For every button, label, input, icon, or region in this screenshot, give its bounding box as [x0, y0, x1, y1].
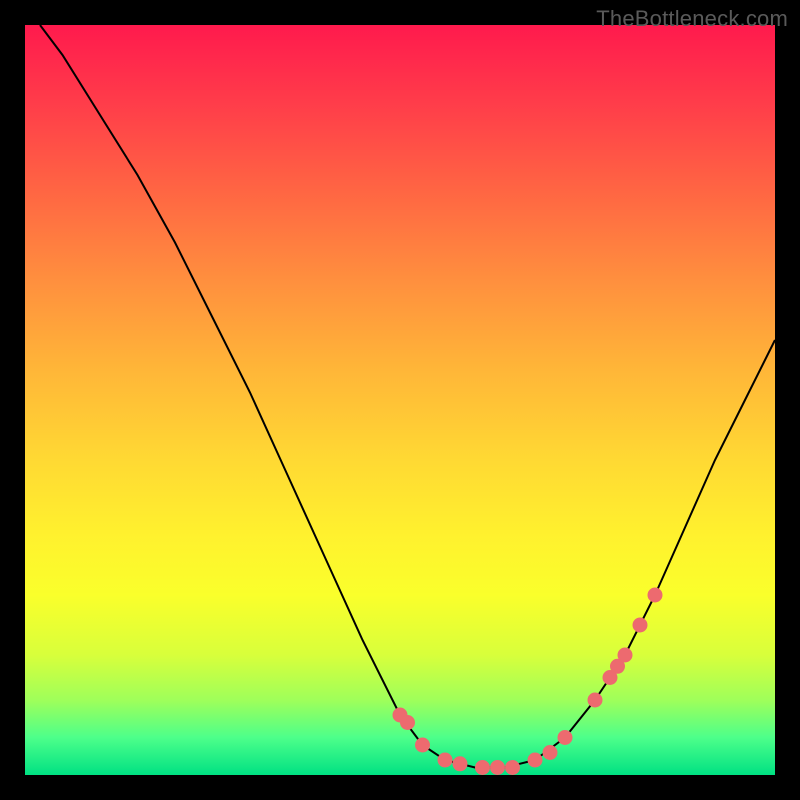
curve-marker — [543, 746, 557, 760]
curve-marker — [453, 757, 467, 771]
curve-marker — [438, 753, 452, 767]
curve-marker — [506, 761, 520, 775]
curve-marker — [528, 753, 542, 767]
watermark-text: TheBottleneck.com — [596, 6, 788, 32]
bottleneck-curve-plot — [25, 25, 775, 775]
bottleneck-curve — [40, 25, 775, 768]
curve-markers — [393, 588, 662, 775]
curve-marker — [648, 588, 662, 602]
chart-frame — [25, 25, 775, 775]
curve-marker — [401, 716, 415, 730]
curve-marker — [416, 738, 430, 752]
curve-marker — [476, 761, 490, 775]
curve-marker — [588, 693, 602, 707]
curve-marker — [618, 648, 632, 662]
curve-marker — [558, 731, 572, 745]
curve-marker — [633, 618, 647, 632]
curve-marker — [491, 761, 505, 775]
